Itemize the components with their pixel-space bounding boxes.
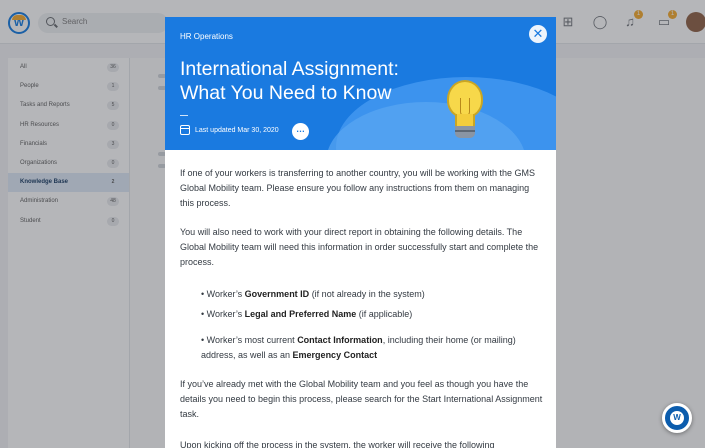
help-icon: W — [670, 411, 684, 425]
list-item: • Worker’s most current Contact Informat… — [201, 333, 541, 363]
calendar-icon — [180, 125, 190, 135]
more-actions-button[interactable]: … — [292, 123, 309, 140]
bulb-base — [455, 126, 475, 138]
list-item-bold: Legal and Preferred Name — [244, 309, 357, 319]
article-modal: HR Operations International Assignment: … — [165, 17, 556, 448]
last-updated: Last updated Mar 30, 2020 — [195, 127, 279, 134]
close-button[interactable]: ✕ — [529, 25, 547, 43]
article-title: International Assignment: What You Need … — [180, 58, 399, 104]
bulb-neck — [455, 114, 475, 126]
list-item-text: (if not already in the system) — [309, 289, 425, 299]
list-item-text: • Worker’s — [201, 309, 245, 319]
list-item-text: • Worker’s — [201, 289, 245, 299]
article-paragraph: You will also need to work with your dir… — [180, 227, 539, 267]
article-category: HR Operations — [180, 32, 233, 41]
article-hero: HR Operations International Assignment: … — [165, 17, 556, 150]
list-item-bold: Emergency Contact — [292, 350, 378, 360]
list-item-text: (if applicable) — [356, 309, 413, 319]
article-paragraph: If one of your workers is transferring t… — [180, 168, 535, 208]
list-item-bold: Contact Information — [297, 335, 383, 345]
lightbulb-icon — [443, 80, 487, 144]
article-paragraph: If you’ve already met with the Global Mo… — [180, 379, 543, 419]
help-assistant-button[interactable]: W — [662, 403, 692, 433]
list-item-text: • Worker’s most current — [201, 335, 298, 345]
article-paragraph: Upon kicking off the process in the syst… — [180, 440, 495, 448]
title-divider — [180, 115, 188, 116]
list-item-bold: Government ID — [244, 289, 310, 299]
list-item: • Worker’s Government ID (if not already… — [201, 287, 541, 302]
list-item: • Worker’s Legal and Preferred Name (if … — [201, 307, 541, 322]
